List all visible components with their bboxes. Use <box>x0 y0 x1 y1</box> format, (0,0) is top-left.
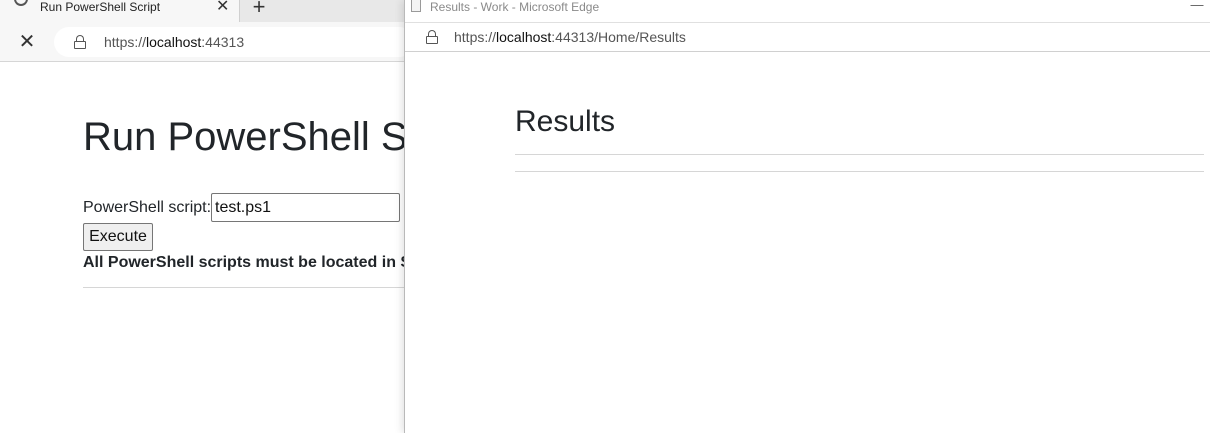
popup-address-bar[interactable]: https://localhost:44313/Home/Results <box>405 22 1210 52</box>
window-title-bar[interactable]: Results - Work - Microsoft Edge — <box>405 0 1210 22</box>
tab-run-powershell-script[interactable]: Run PowerShell Script ✕ <box>0 0 240 22</box>
divider <box>515 171 1204 172</box>
address-bar[interactable]: https://localhost:44313 <box>54 27 414 57</box>
url-text: https://localhost:44313/Home/Results <box>454 29 686 45</box>
results-page-content: Results <box>405 53 1210 433</box>
script-label: PowerShell script: <box>83 199 212 216</box>
results-popup-window[interactable]: Results - Work - Microsoft Edge — https:… <box>404 0 1210 433</box>
minimize-button[interactable]: — <box>1189 0 1205 14</box>
lock-icon[interactable] <box>74 35 86 49</box>
execute-button[interactable]: Execute <box>83 223 153 251</box>
divider <box>515 154 1204 155</box>
new-tab-button[interactable]: + <box>248 0 270 18</box>
tab-title: Run PowerShell Script <box>40 0 161 14</box>
page-icon <box>411 0 421 12</box>
loading-icon <box>14 0 28 6</box>
url-text: https://localhost:44313 <box>104 34 245 50</box>
close-tab-icon[interactable]: ✕ <box>216 0 229 15</box>
results-heading: Results <box>515 105 616 138</box>
stop-loading-button[interactable]: ✕ <box>16 31 38 53</box>
divider <box>83 287 413 288</box>
script-input[interactable] <box>211 193 400 222</box>
lock-icon[interactable] <box>426 30 438 44</box>
window-title: Results - Work - Microsoft Edge <box>430 0 600 14</box>
